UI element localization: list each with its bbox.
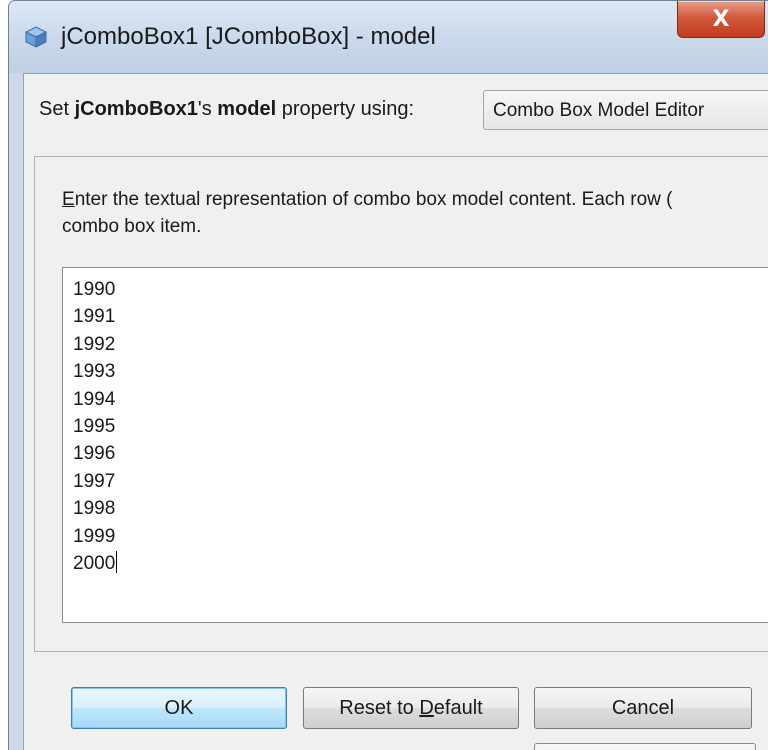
model-item-text: 1995 — [73, 416, 116, 438]
reset-mnemonic: D — [419, 696, 434, 719]
model-item-text: 1993 — [73, 361, 116, 383]
model-item-line: 1998 — [73, 495, 117, 522]
model-item-line: 1991 — [73, 303, 117, 330]
editor-hint-line1: Enter the textual representation of comb… — [62, 186, 768, 213]
property-name: model — [217, 98, 277, 120]
editor-type-value: Combo Box Model Editor — [493, 100, 705, 121]
title-bar[interactable]: jComboBox1 [JComboBox] - model X — [9, 1, 768, 73]
dialog-client-area: Set jComboBox1's model property using: C… — [23, 73, 768, 750]
component-name: jComboBox1 — [74, 98, 198, 120]
reset-to-default-button[interactable]: Reset to Default — [303, 687, 519, 729]
property-label-possessive: 's — [197, 98, 218, 120]
model-item-text: 1992 — [73, 333, 116, 355]
model-item-line: 1994 — [73, 386, 117, 413]
model-item-text: 1996 — [73, 443, 116, 465]
ok-label: OK — [164, 696, 194, 719]
text-caret — [116, 551, 118, 574]
ok-button[interactable]: OK — [71, 687, 287, 729]
property-label-suffix: property using: — [276, 98, 415, 120]
hint-mnemonic: E — [62, 189, 75, 210]
model-item-line: 1990 — [73, 276, 117, 303]
model-item-text: 1990 — [73, 279, 116, 300]
model-item-line: 1993 — [73, 358, 117, 385]
editor-hint-line2: combo box item. — [62, 216, 202, 237]
window-title: jComboBox1 [JComboBox] - model — [61, 23, 436, 50]
editor-type-select[interactable]: Combo Box Model Editor — [483, 90, 768, 130]
cancel-label: Cancel — [611, 696, 675, 719]
close-icon[interactable]: X — [677, 1, 765, 38]
model-items-list: 1990 1991 1992 1993 1994 1995 1996 1997 1998 1999… — [73, 276, 118, 577]
model-items-textarea[interactable]: 1990 1991 1992 1993 1994 1995 1996 1997 1998 1999… — [62, 267, 768, 623]
dialog-window: jComboBox1 [JComboBox] - model X Set jCo… — [8, 0, 768, 750]
reset-label: Reset to Default — [339, 697, 482, 720]
cube-icon — [24, 26, 48, 48]
model-item-line: 2000 — [73, 550, 118, 577]
close-glyph: X — [712, 6, 730, 32]
property-label: Set jComboBox1's model property using: — [39, 98, 414, 121]
cancel-button[interactable]: Cancel — [534, 687, 752, 729]
reset-label-suffix: efault — [433, 696, 483, 719]
model-item-line: 1992 — [73, 331, 117, 358]
model-item-line: 1996 — [73, 440, 117, 467]
model-item-text: 1999 — [73, 525, 116, 547]
model-item-line: 1995 — [73, 413, 117, 440]
reset-label-prefix: Reset to — [339, 696, 420, 719]
hint-line1-text: nter the textual representation of combo… — [74, 189, 673, 210]
model-item-line: 1999 — [73, 523, 117, 550]
model-item-line: 1997 — [73, 468, 117, 495]
editor-hint: Enter the textual representation of comb… — [62, 186, 768, 240]
model-item-text: 1991 — [73, 306, 116, 328]
model-item-text: 1994 — [73, 388, 116, 410]
model-item-text: 1997 — [73, 470, 116, 492]
model-item-text: 2000 — [73, 553, 116, 575]
model-item-text: 1998 — [73, 498, 116, 520]
property-label-prefix: Set — [39, 98, 75, 120]
